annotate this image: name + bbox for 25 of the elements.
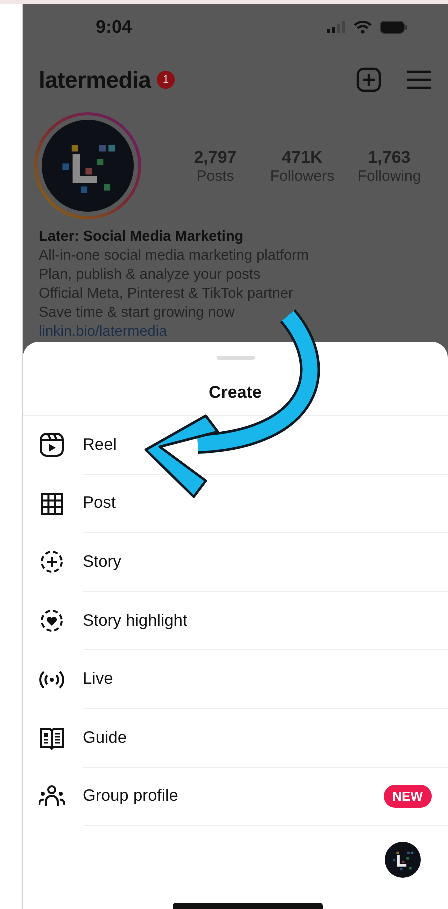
grid-icon	[39, 490, 65, 517]
signal-icon	[326, 21, 346, 33]
username: latermedia	[39, 66, 152, 94]
menu-item[interactable]: Live	[23, 650, 448, 709]
battery-icon	[380, 20, 408, 34]
new-badge: NEW	[384, 785, 432, 808]
sheet-title: Create	[23, 360, 448, 416]
account-avatar[interactable]	[384, 841, 422, 880]
menu-icon[interactable]	[406, 69, 432, 91]
add-icon[interactable]	[356, 67, 382, 93]
menu-item[interactable]: Story	[23, 533, 448, 592]
wifi-icon	[354, 20, 372, 34]
menu-item[interactable]: Story highlight	[23, 592, 448, 650]
notification-badge: 1	[157, 71, 176, 89]
menu-item[interactable]: Reel	[23, 416, 448, 475]
menu-item[interactable]: Post	[23, 474, 448, 534]
heart-circle-icon	[39, 608, 65, 634]
drag-handle[interactable]	[216, 356, 254, 360]
profile-name: Later: Social Media Marketing	[39, 228, 245, 247]
menu-item[interactable]: Group profile NEW	[23, 768, 448, 826]
add-story-icon	[39, 549, 65, 576]
menu-item[interactable]: Guide	[23, 708, 448, 768]
reel-icon	[39, 432, 65, 458]
book-icon	[39, 725, 65, 752]
status-time: 9:04	[96, 16, 132, 38]
